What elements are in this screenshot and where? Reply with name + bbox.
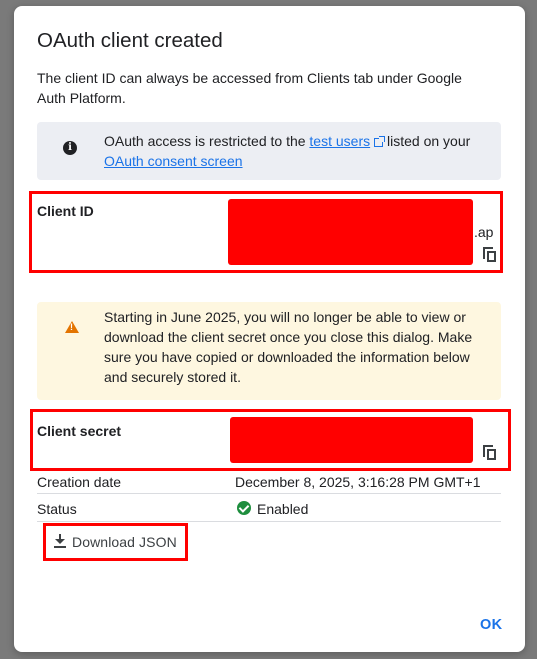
info-icon: i	[63, 141, 77, 155]
client-id-label: Client ID	[37, 203, 94, 219]
creation-date-value: December 8, 2025, 3:16:28 PM GMT+1	[235, 474, 481, 490]
status-label: Status	[37, 501, 77, 517]
divider	[37, 521, 501, 522]
test-users-link[interactable]: test users	[309, 133, 370, 149]
external-link-icon	[374, 136, 386, 147]
dialog-description: The client ID can always be accessed fro…	[37, 70, 462, 106]
divider	[37, 493, 501, 494]
dialog-title: OAuth client created	[37, 29, 223, 52]
warning-banner: ! Starting in June 2025, you will no lon…	[37, 302, 501, 400]
oauth-client-dialog: OAuth client created The client ID can a…	[14, 6, 525, 652]
info-text-middle: listed on your	[383, 133, 471, 149]
client-id-redaction	[228, 199, 473, 265]
consent-screen-link[interactable]: OAuth consent screen	[104, 153, 243, 169]
creation-date-label: Creation date	[37, 474, 122, 490]
info-text: OAuth access is restricted to the test u…	[104, 131, 484, 171]
client-id-suffix: .ap	[474, 224, 494, 240]
info-banner: i OAuth access is restricted to the test…	[37, 122, 501, 180]
copy-client-secret-icon[interactable]	[483, 445, 497, 461]
warning-text: Starting in June 2025, you will no longe…	[104, 309, 473, 385]
check-circle-icon	[237, 501, 251, 515]
copy-client-id-icon[interactable]	[483, 247, 497, 263]
info-text-before: OAuth access is restricted to the	[104, 133, 310, 149]
download-icon	[54, 534, 66, 548]
download-json-button[interactable]: Download JSON	[43, 523, 188, 561]
warning-icon: !	[65, 321, 79, 333]
status-value: Enabled	[257, 501, 309, 517]
client-secret-redaction	[230, 417, 473, 463]
download-json-label: Download JSON	[72, 534, 177, 550]
client-secret-label: Client secret	[37, 423, 122, 439]
ok-button[interactable]: OK	[480, 617, 502, 633]
